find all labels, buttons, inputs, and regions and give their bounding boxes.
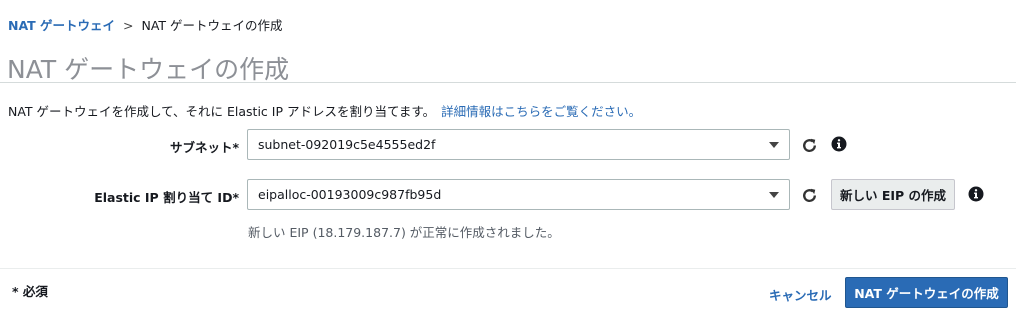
chevron-down-icon (769, 141, 779, 148)
create-eip-button[interactable]: 新しい EIP の作成 (831, 179, 955, 210)
details-link[interactable]: 詳細情報はこちらをご覧ください。 (441, 104, 641, 119)
subnet-select-value: subnet-092019c5e4555ed2f (258, 137, 436, 152)
page-title: NAT ゲートウェイの作成 (7, 55, 290, 84)
cancel-button[interactable]: キャンセル (769, 285, 832, 304)
breadcrumb: NAT ゲートウェイ > NAT ゲートウェイの作成 (8, 15, 283, 34)
breadcrumb-current: NAT ゲートウェイの作成 (141, 18, 283, 33)
breadcrumb-link-nat-gateways[interactable]: NAT ゲートウェイ (8, 18, 115, 33)
eip-success-message: 新しい EIP (18.179.187.7) が正常に作成されました。 (248, 225, 560, 240)
breadcrumb-separator: > (123, 18, 134, 33)
footer-divider (0, 268, 1016, 269)
refresh-icon[interactable] (800, 186, 818, 204)
description-text: NAT ゲートウェイを作成して、それに Elastic IP アドレスを割り当て… (8, 104, 436, 119)
page-description: NAT ゲートウェイを作成して、それに Elastic IP アドレスを割り当て… (8, 101, 641, 120)
eip-allocation-label: Elastic IP 割り当て ID* (94, 190, 239, 205)
refresh-icon[interactable] (800, 136, 818, 154)
info-icon[interactable] (831, 136, 847, 156)
info-icon[interactable] (968, 186, 984, 206)
required-note: * 必須 (12, 284, 48, 299)
chevron-down-icon (769, 191, 779, 198)
subnet-label: サブネット* (169, 140, 239, 155)
title-divider (0, 82, 1016, 83)
eip-allocation-select-value: eipalloc-00193009c987fb95d (258, 187, 442, 202)
subnet-select[interactable]: subnet-092019c5e4555ed2f (247, 129, 790, 160)
eip-allocation-select[interactable]: eipalloc-00193009c987fb95d (247, 179, 790, 210)
create-nat-gateway-button[interactable]: NAT ゲートウェイの作成 (845, 277, 1008, 308)
